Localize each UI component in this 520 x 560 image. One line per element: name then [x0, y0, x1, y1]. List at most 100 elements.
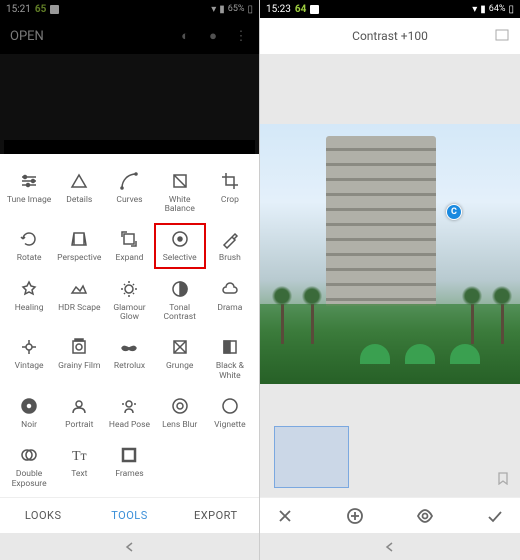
tool-drama[interactable]: Drama: [205, 274, 255, 327]
film-icon: [68, 336, 90, 358]
tool-label: Portrait: [65, 421, 93, 430]
tool-vintage[interactable]: Vintage: [4, 332, 54, 385]
tool-label: White Balance: [165, 196, 195, 215]
wifi-icon: ▾: [211, 4, 216, 15]
tool-portrait[interactable]: Portrait: [54, 391, 104, 434]
tool-details[interactable]: Details: [54, 166, 104, 219]
headpose-icon: [118, 395, 140, 417]
bottom-tabs: LOOKS TOOLS EXPORT: [0, 497, 259, 533]
status-bar: 15:23 64 ▾ ▮ 64% ▯: [260, 0, 520, 18]
svg-text:Tт: Tт: [72, 449, 87, 464]
tool-vignette[interactable]: Vignette: [205, 391, 255, 434]
tab-export[interactable]: EXPORT: [173, 498, 259, 533]
status-temp: 65: [35, 4, 46, 15]
heal-icon: [18, 278, 40, 300]
tool-rotate[interactable]: Rotate: [4, 224, 54, 267]
left-screenshot: 15:21 65 ▾ ▮ 65% ▯ OPEN ◐ ● ⋮: [0, 0, 260, 560]
tool-label: Head Pose: [109, 421, 150, 430]
history-thumbnail[interactable]: [274, 426, 349, 488]
tool-tonal-contrast[interactable]: Tonal Contrast: [155, 274, 205, 327]
tool-grunge[interactable]: Grunge: [155, 332, 205, 385]
tab-looks[interactable]: LOOKS: [0, 498, 86, 533]
tool-perspective[interactable]: Perspective: [54, 224, 104, 267]
grunge-icon: [169, 336, 191, 358]
selective-control-point[interactable]: C: [446, 204, 462, 220]
tool-text[interactable]: Tт Text: [54, 440, 104, 493]
crop-icon: [219, 170, 241, 192]
tool-hdr-scape[interactable]: HDR Scape: [54, 274, 104, 327]
edited-photo[interactable]: C: [260, 124, 520, 384]
tool-label: Text: [71, 470, 87, 479]
portrait-icon: [68, 395, 90, 417]
tool-label: Tune Image: [7, 196, 51, 205]
tool-curves[interactable]: Curves: [104, 166, 154, 219]
tool-selective[interactable]: Selective: [155, 224, 205, 267]
open-button[interactable]: OPEN: [10, 29, 44, 44]
tool-label: HDR Scape: [58, 304, 100, 313]
tool-retrolux[interactable]: Retrolux: [104, 332, 154, 385]
tool-label: Selective: [163, 254, 197, 263]
vignette-icon: [219, 395, 241, 417]
styles-icon[interactable]: [494, 27, 510, 46]
noir-icon: [18, 395, 40, 417]
hdr-icon: [68, 278, 90, 300]
help-icon[interactable]: ●: [205, 28, 221, 44]
back-nav-icon[interactable]: [384, 541, 396, 553]
text-icon: Tт: [68, 444, 90, 466]
triangle-icon: [68, 170, 90, 192]
brush-icon: [219, 228, 241, 250]
tool-label: Noir: [21, 421, 37, 430]
preview-button[interactable]: [416, 507, 434, 525]
tool-label: Lens Blur: [162, 421, 197, 430]
vintage-icon: [18, 336, 40, 358]
status-bar: 15:21 65 ▾ ▮ 65% ▯: [0, 0, 259, 18]
lensblur-icon: [169, 395, 191, 417]
tool-label: Details: [66, 196, 92, 205]
tool-white-balance[interactable]: White Balance: [155, 166, 205, 219]
tool-label: Expand: [116, 254, 144, 263]
tool-glamour-glow[interactable]: Glamour Glow: [104, 274, 154, 327]
tool-double-exposure[interactable]: Double Exposure: [4, 440, 54, 493]
moustache-icon: [118, 336, 140, 358]
apply-button[interactable]: [486, 507, 504, 525]
add-point-button[interactable]: [346, 507, 364, 525]
battery-icon: ▯: [508, 4, 514, 15]
tool-healing[interactable]: Healing: [4, 274, 54, 327]
tool-crop[interactable]: Crop: [205, 166, 255, 219]
tab-tools[interactable]: TOOLS: [86, 498, 172, 533]
tool-tune-image[interactable]: Tune Image: [4, 166, 54, 219]
tool-head-pose[interactable]: Head Pose: [104, 391, 154, 434]
status-time: 15:23: [266, 4, 291, 15]
photo-building: [326, 136, 436, 306]
battery-text: 65%: [228, 4, 245, 14]
tool-lens-blur[interactable]: Lens Blur: [155, 391, 205, 434]
signal-icon: ▮: [480, 4, 486, 15]
android-nav-bar: [260, 533, 520, 560]
cancel-button[interactable]: [276, 507, 294, 525]
dbl-icon: [18, 444, 40, 466]
tool-label: Vignette: [214, 421, 246, 430]
tool-label: Double Exposure: [12, 470, 47, 489]
edit-header: Contrast +100: [260, 18, 520, 54]
bookmark-icon[interactable]: [496, 470, 510, 489]
tool-label: Glamour Glow: [113, 304, 145, 323]
tool-expand[interactable]: Expand: [104, 224, 154, 267]
tool-brush[interactable]: Brush: [205, 224, 255, 267]
tool-noir[interactable]: Noir: [4, 391, 54, 434]
android-nav-bar: [0, 533, 259, 560]
tool-grid: Tune Image Details Curves White Balance Crop…: [0, 166, 259, 497]
tool-frames[interactable]: Frames: [104, 440, 154, 493]
target-icon: [169, 228, 191, 250]
notification-icon: [50, 5, 59, 14]
frames-icon: [118, 444, 140, 466]
tool-grainy-film[interactable]: Grainy Film: [54, 332, 104, 385]
back-nav-icon[interactable]: [124, 541, 136, 553]
history-row: [260, 417, 520, 497]
tool-label: Rotate: [17, 254, 42, 263]
tool-black-white[interactable]: Black & White: [205, 332, 255, 385]
right-screenshot: 15:23 64 ▾ ▮ 64% ▯ Contrast +100: [260, 0, 520, 560]
overflow-menu-icon[interactable]: ⋮: [233, 28, 249, 44]
tool-label: Grunge: [166, 362, 193, 371]
info-icon[interactable]: ◐: [177, 28, 193, 44]
tool-label: Healing: [15, 304, 44, 313]
